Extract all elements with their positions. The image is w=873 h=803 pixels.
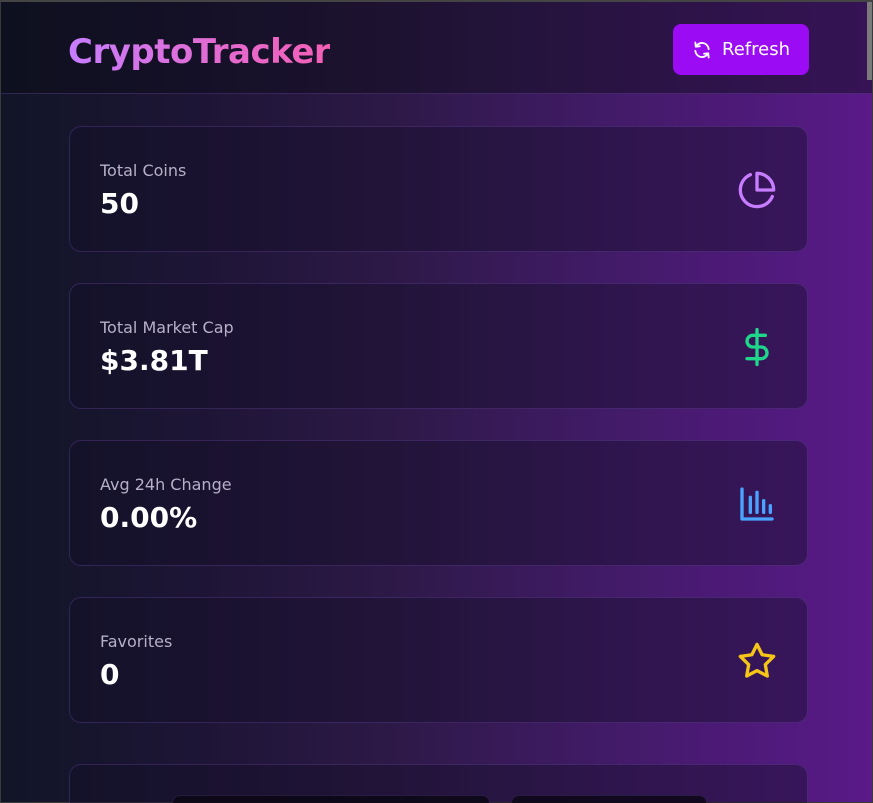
stat-label: Total Coins [100,161,187,180]
app-logo: CryptoTracker [68,32,331,72]
search-input[interactable] [172,795,490,803]
stat-card-market-cap: Total Market Cap $3.81T [69,283,808,409]
stat-value: $3.81T [100,344,208,377]
refresh-button-label: Refresh [722,39,790,60]
stat-card-favorites: Favorites 0 [69,597,808,723]
filter-panel [69,764,808,803]
scrollbar[interactable] [867,2,872,80]
stat-label: Avg 24h Change [100,475,232,494]
stat-label: Favorites [100,632,173,651]
star-icon [738,642,776,678]
stat-card-avg-change: Avg 24h Change 0.00% [69,440,808,566]
stat-card-total-coins: Total Coins 50 [69,126,808,252]
stat-value: 50 [100,187,139,220]
stat-label: Total Market Cap [100,318,234,337]
stat-value: 0.00% [100,501,198,534]
pie-chart-icon [738,171,776,209]
bar-chart-icon [740,487,774,521]
refresh-button[interactable]: Refresh [673,24,809,75]
app-header: CryptoTracker Refresh [1,2,872,94]
refresh-icon [694,41,710,58]
stat-value: 0 [100,658,120,691]
dollar-icon [745,327,769,367]
sort-select[interactable] [511,795,707,803]
